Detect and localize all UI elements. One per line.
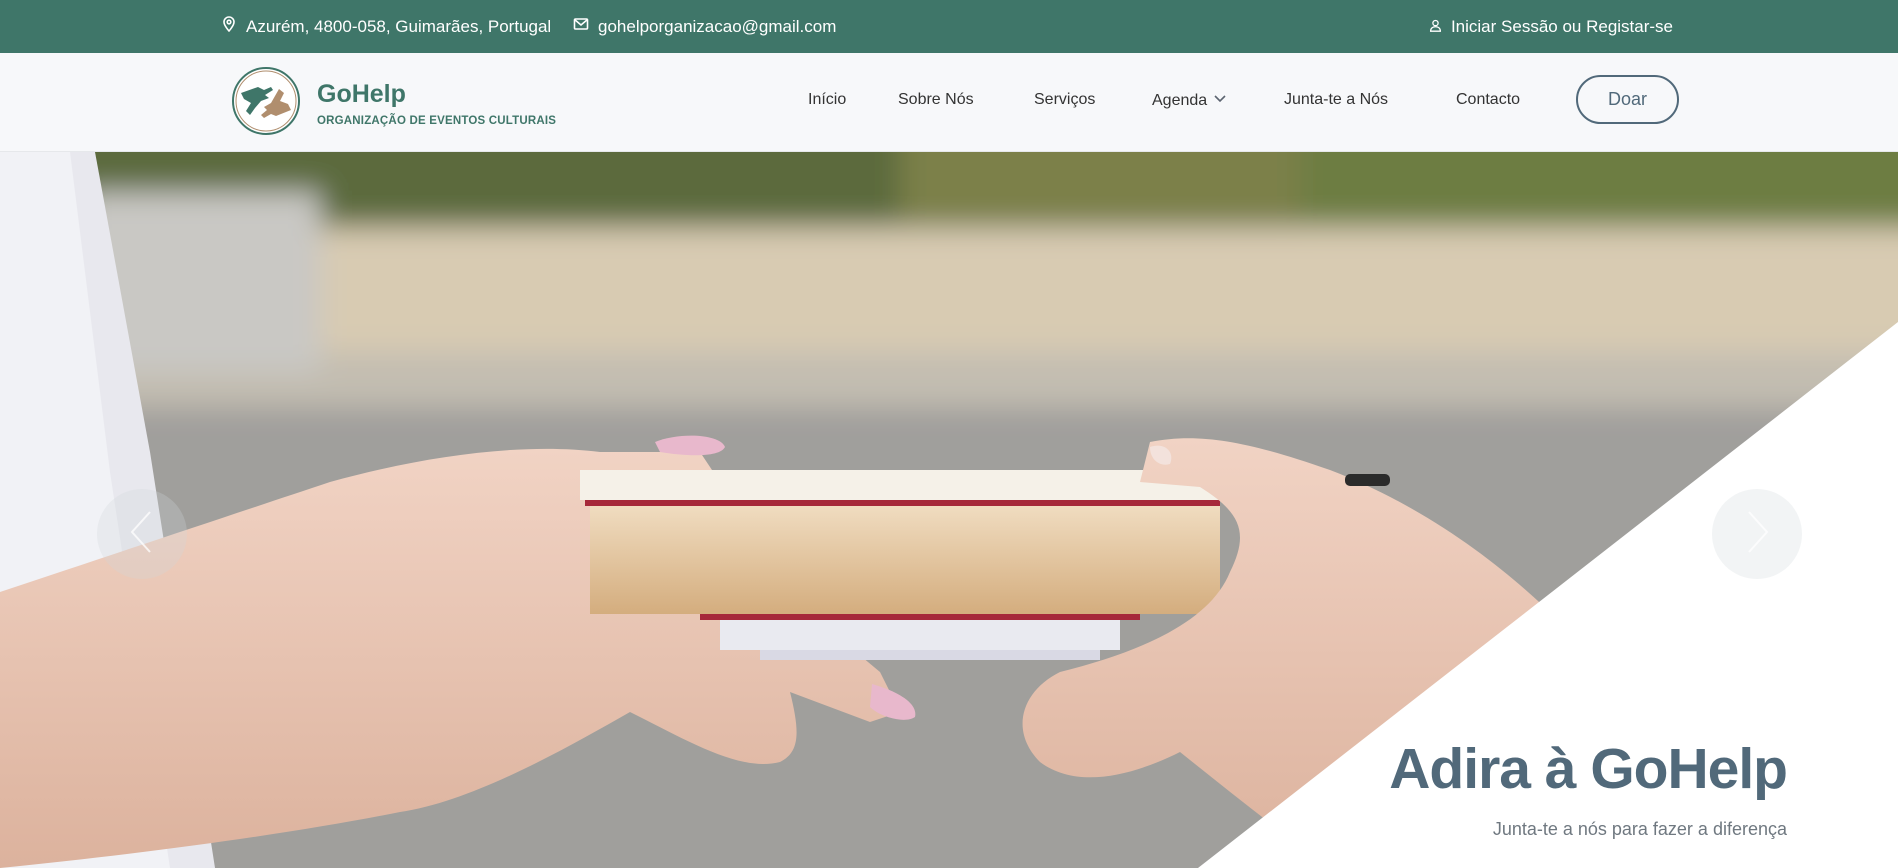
chevron-left-icon[interactable]	[128, 509, 156, 560]
nav-item-label[interactable]: Sobre Nós	[898, 91, 974, 108]
nav-item-agenda[interactable]: Agenda	[1152, 91, 1227, 110]
nav-item-label[interactable]: Serviços	[1034, 91, 1095, 108]
address-text: Azurém, 4800-058, Guimarães, Portugal	[246, 16, 552, 36]
nav-item-inicio[interactable]: Início	[808, 91, 846, 109]
hero-title: Adira à GoHelp	[1389, 737, 1788, 801]
top-contact-bar: Azurém, 4800-058, Guimarães, Portugal go…	[0, 0, 1898, 53]
nav-item-label[interactable]: Agenda	[1152, 92, 1207, 110]
nav-item-junta-te[interactable]: Junta-te a Nós	[1284, 91, 1388, 109]
chevron-right-icon[interactable]	[1743, 509, 1771, 560]
brand-name[interactable]: GoHelp	[317, 80, 406, 109]
login-label[interactable]: Iniciar Sessão ou Registar-se	[1451, 17, 1673, 37]
envelope-icon	[573, 16, 589, 37]
hero-slider: Adira à GoHelp Junta-te a nós para fazer…	[0, 152, 1898, 868]
slider-next-button[interactable]	[1712, 489, 1802, 579]
donate-button[interactable]: Doar	[1576, 75, 1679, 124]
address-info: Azurém, 4800-058, Guimarães, Portugal	[221, 0, 551, 53]
site-header: GoHelp ORGANIZAÇÃO DE EVENTOS CULTURAIS …	[0, 53, 1898, 152]
slider-prev-button[interactable]	[97, 489, 187, 579]
nav-item-label[interactable]: Junta-te a Nós	[1284, 91, 1388, 108]
email-link[interactable]: gohelporganizacao@gmail.com	[598, 17, 836, 37]
email-info[interactable]: gohelporganizacao@gmail.com	[573, 0, 836, 53]
map-pin-icon	[221, 16, 237, 37]
login-register-link[interactable]: Iniciar Sessão ou Registar-se	[1429, 0, 1673, 53]
nav-item-servicos[interactable]: Serviços	[1034, 91, 1095, 109]
nav-item-contacto[interactable]: Contacto	[1456, 91, 1520, 109]
brand-tagline: ORGANIZAÇÃO DE EVENTOS CULTURAIS	[317, 115, 557, 127]
nav-item-label[interactable]: Contacto	[1456, 91, 1520, 108]
chevron-down-icon[interactable]	[1213, 91, 1227, 110]
nav-item-label[interactable]: Início	[808, 91, 846, 108]
hero-subtitle: Junta-te a nós para fazer a diferença	[1492, 819, 1787, 839]
nav-item-sobre-nos[interactable]: Sobre Nós	[898, 91, 974, 109]
logo-icon[interactable]	[231, 66, 301, 136]
user-icon	[1429, 17, 1442, 37]
